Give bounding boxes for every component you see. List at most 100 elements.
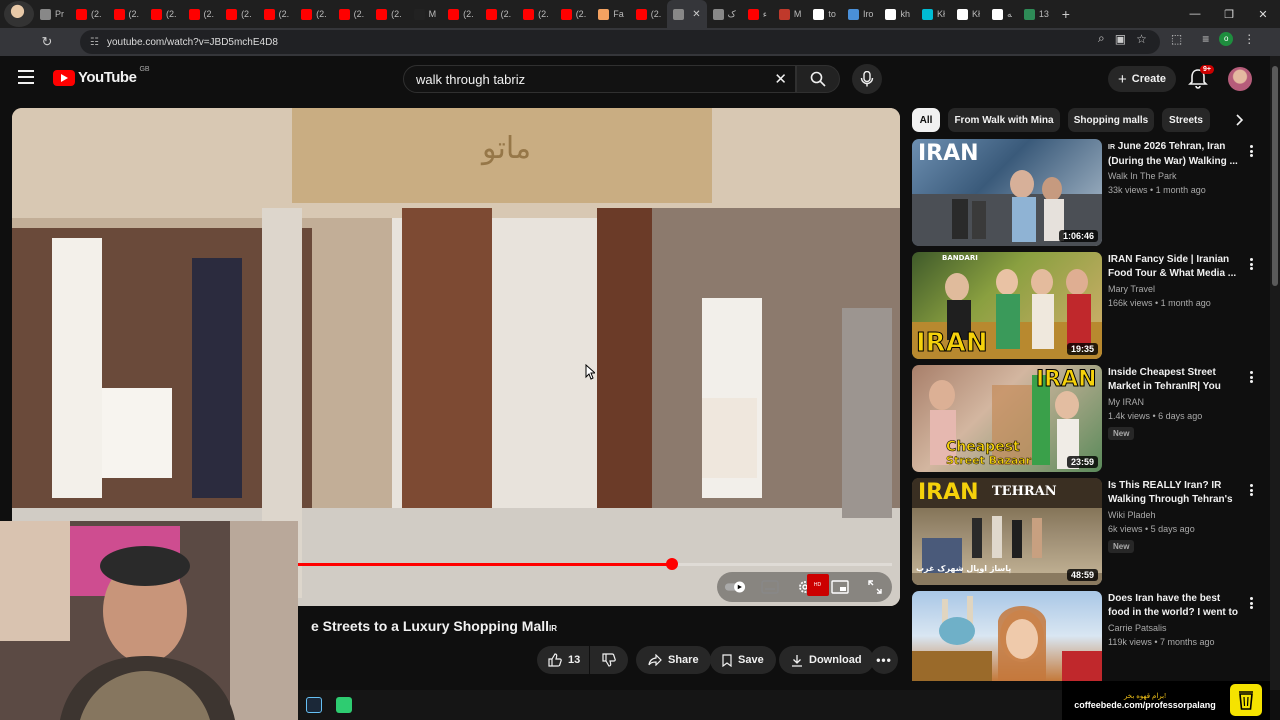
browser-tab[interactable]: (2.: [333, 0, 371, 28]
browser-tab[interactable]: (2.: [517, 0, 555, 28]
site-info-icon[interactable]: ☷: [90, 37, 99, 48]
dislike-button[interactable]: [590, 646, 628, 674]
download-button[interactable]: Download: [779, 646, 874, 674]
maximize-icon[interactable]: ❐: [1212, 0, 1246, 28]
browser-tab[interactable]: (2.: [442, 0, 480, 28]
chevron-right-icon[interactable]: [1230, 110, 1250, 130]
zoom-icon[interactable]: ⌕: [1098, 31, 1105, 46]
browser-tab[interactable]: (2.: [220, 0, 258, 28]
voice-search-button[interactable]: [852, 64, 882, 94]
recommendation-title[interactable]: IR June 2026 Tehran, Iran (During the Wa…: [1108, 140, 1238, 168]
bookmark-star-icon[interactable]: ☆: [1136, 32, 1147, 46]
app-icon[interactable]: [336, 697, 352, 713]
youtube-logo[interactable]: YouTube GB: [53, 66, 150, 86]
browser-tab[interactable]: (2.: [480, 0, 518, 28]
recommendation-title[interactable]: Is This REALLY Iran? IR Walking Through …: [1108, 479, 1238, 507]
recommendation-title[interactable]: Inside Cheapest Street Market in TehranI…: [1108, 366, 1238, 394]
browser-tab-active[interactable]: ✕: [667, 0, 707, 28]
coffee-banner-line1: برام قهوه بخر!: [1123, 692, 1167, 700]
browser-tab[interactable]: Kł: [916, 0, 951, 28]
close-tab-icon[interactable]: ✕: [692, 9, 700, 20]
video-thumbnail[interactable]: IRAN Cheapest Street Bazaar 23:59: [912, 365, 1102, 472]
address-bar[interactable]: ☷ youtube.com/watch?v=JBD5mchE4D8: [80, 30, 1160, 54]
channel-name[interactable]: Carrie Patsalis: [1108, 623, 1167, 633]
browser-menu-icon[interactable]: ⋮: [1243, 32, 1255, 46]
video-thumbnail[interactable]: IRAN TEHRAN پاساژ اوپال شهرک غرب 48:59: [912, 478, 1102, 585]
new-tab-button[interactable]: +: [1055, 3, 1077, 25]
autoplay-toggle[interactable]: [724, 576, 746, 598]
browser-tab[interactable]: (2.: [258, 0, 296, 28]
chip-shopping-malls[interactable]: Shopping malls: [1068, 108, 1154, 132]
scrollbar-thumb[interactable]: [1272, 66, 1278, 286]
page-scrollbar[interactable]: [1270, 56, 1280, 690]
channel-name[interactable]: My IRAN: [1108, 397, 1144, 407]
browser-tab[interactable]: kh: [879, 0, 916, 28]
browser-tab[interactable]: ک: [707, 0, 742, 28]
channel-name[interactable]: Mary Travel: [1108, 284, 1155, 294]
more-vert-icon[interactable]: [1246, 369, 1256, 385]
recommendation-item[interactable]: IRAN 1:06:46 IR June 2026 Tehran, Iran (…: [912, 139, 1262, 246]
steam-icon[interactable]: [306, 697, 322, 713]
menu-icon[interactable]: [18, 70, 34, 84]
video-thumbnail[interactable]: BANDARI IRAN 19:35: [912, 252, 1102, 359]
chip-all[interactable]: All: [912, 108, 940, 132]
browser-tab[interactable]: (2.: [630, 0, 668, 28]
clear-search-icon[interactable]: ✕: [774, 70, 787, 88]
recommendation-item[interactable]: IRAN TEHRAN پاساژ اوپال شهرک غرب 48:59 I…: [912, 478, 1262, 585]
browser-tab[interactable]: (2.: [108, 0, 146, 28]
more-vert-icon[interactable]: [1246, 595, 1256, 611]
browser-tab[interactable]: Pr: [34, 0, 70, 28]
browser-tab[interactable]: ء: [742, 0, 773, 28]
browser-tab[interactable]: (2.: [555, 0, 593, 28]
extension-icon[interactable]: o: [1219, 31, 1234, 46]
more-vert-icon[interactable]: [1246, 143, 1256, 159]
minimize-icon[interactable]: —: [1178, 0, 1212, 28]
browser-tab[interactable]: 13: [1018, 0, 1055, 28]
browser-tab[interactable]: Iro: [842, 0, 880, 28]
more-vert-icon[interactable]: [1246, 482, 1256, 498]
like-button[interactable]: 13: [537, 646, 589, 674]
browser-tab[interactable]: (2.: [70, 0, 108, 28]
browser-tab[interactable]: Fa: [592, 0, 630, 28]
recommendation-title[interactable]: IRAN Fancy Side | Iranian Food Tour & Wh…: [1108, 253, 1238, 281]
browser-tab[interactable]: M: [773, 0, 808, 28]
browser-tab[interactable]: (2.: [370, 0, 408, 28]
share-button[interactable]: Share: [636, 646, 711, 674]
browser-tab[interactable]: ﻪ: [986, 0, 1018, 28]
video-thumbnail[interactable]: [912, 591, 1102, 681]
recommendation-item[interactable]: IRAN Cheapest Street Bazaar 23:59 Inside…: [912, 365, 1262, 472]
browser-tab[interactable]: (2.: [183, 0, 221, 28]
browser-tab[interactable]: Kł: [951, 0, 986, 28]
search-input[interactable]: walk through tabriz ✕: [403, 65, 796, 93]
extensions-icon[interactable]: ⬚: [1171, 32, 1182, 46]
browser-tab[interactable]: M: [408, 0, 443, 28]
user-avatar[interactable]: [1228, 67, 1252, 91]
more-actions-button[interactable]: •••: [870, 646, 898, 674]
browser-tab[interactable]: (2.: [295, 0, 333, 28]
media-icon[interactable]: ≡: [1202, 32, 1209, 46]
search-button[interactable]: [796, 65, 840, 93]
progress-scrubber[interactable]: [666, 558, 678, 570]
browser-tab[interactable]: (2.: [145, 0, 183, 28]
chip-streets[interactable]: Streets: [1162, 108, 1210, 132]
back-icon[interactable]: ↻: [36, 31, 58, 53]
chip-from-walk-with-mina[interactable]: From Walk with Mina: [948, 108, 1060, 132]
browser-profile-avatar[interactable]: [4, 1, 34, 27]
fullscreen-icon[interactable]: [864, 576, 886, 598]
video-thumbnail[interactable]: IRAN 1:06:46: [912, 139, 1102, 246]
more-vert-icon[interactable]: [1246, 256, 1256, 272]
recommendation-item[interactable]: BANDARI IRAN 19:35 IRAN Fancy Side | Ira…: [912, 252, 1262, 359]
settings-gear-icon[interactable]: HD: [794, 574, 829, 598]
channel-name[interactable]: Wiki Pladeh: [1108, 510, 1156, 520]
close-window-icon[interactable]: ✕: [1246, 0, 1280, 28]
recommendation-item[interactable]: Does Iran have the best food in the worl…: [912, 591, 1262, 681]
recommendation-title[interactable]: Does Iran have the best food in the worl…: [1108, 592, 1238, 620]
subtitles-icon[interactable]: [759, 576, 781, 598]
thumbnail-overlay-subtext-2: پاساژ اوپال شهرک غرب: [916, 564, 1012, 573]
browser-tab[interactable]: to: [807, 0, 842, 28]
create-button[interactable]: + Create: [1108, 66, 1176, 92]
cast-icon[interactable]: ▣: [1115, 32, 1126, 46]
channel-name[interactable]: Walk In The Park: [1108, 171, 1177, 181]
save-button[interactable]: Save: [710, 646, 776, 674]
miniplayer-icon[interactable]: [829, 576, 851, 598]
